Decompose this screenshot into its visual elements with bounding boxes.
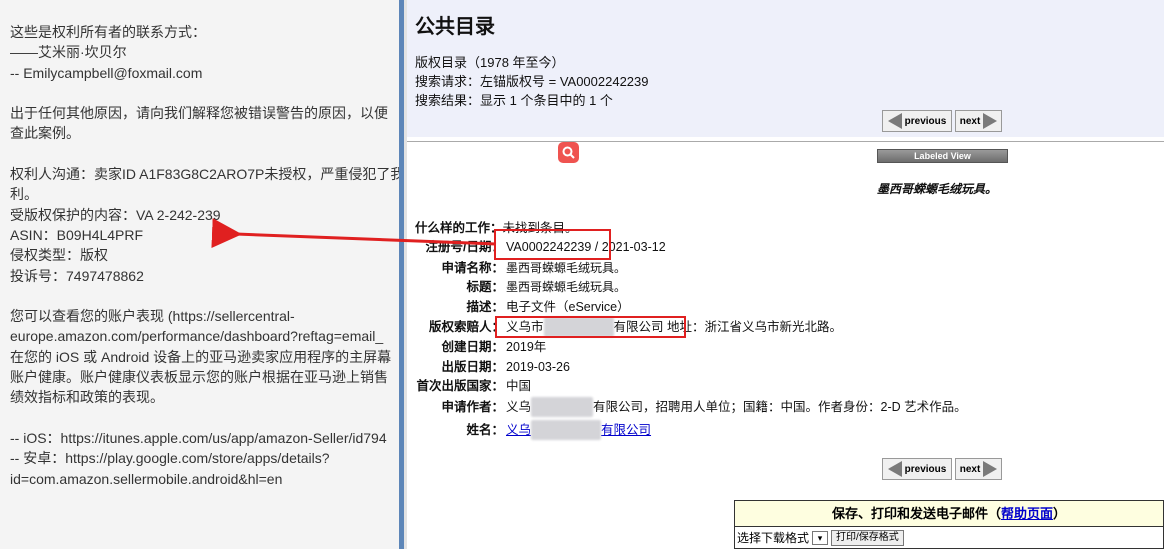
annotation-arrow	[211, 218, 497, 249]
